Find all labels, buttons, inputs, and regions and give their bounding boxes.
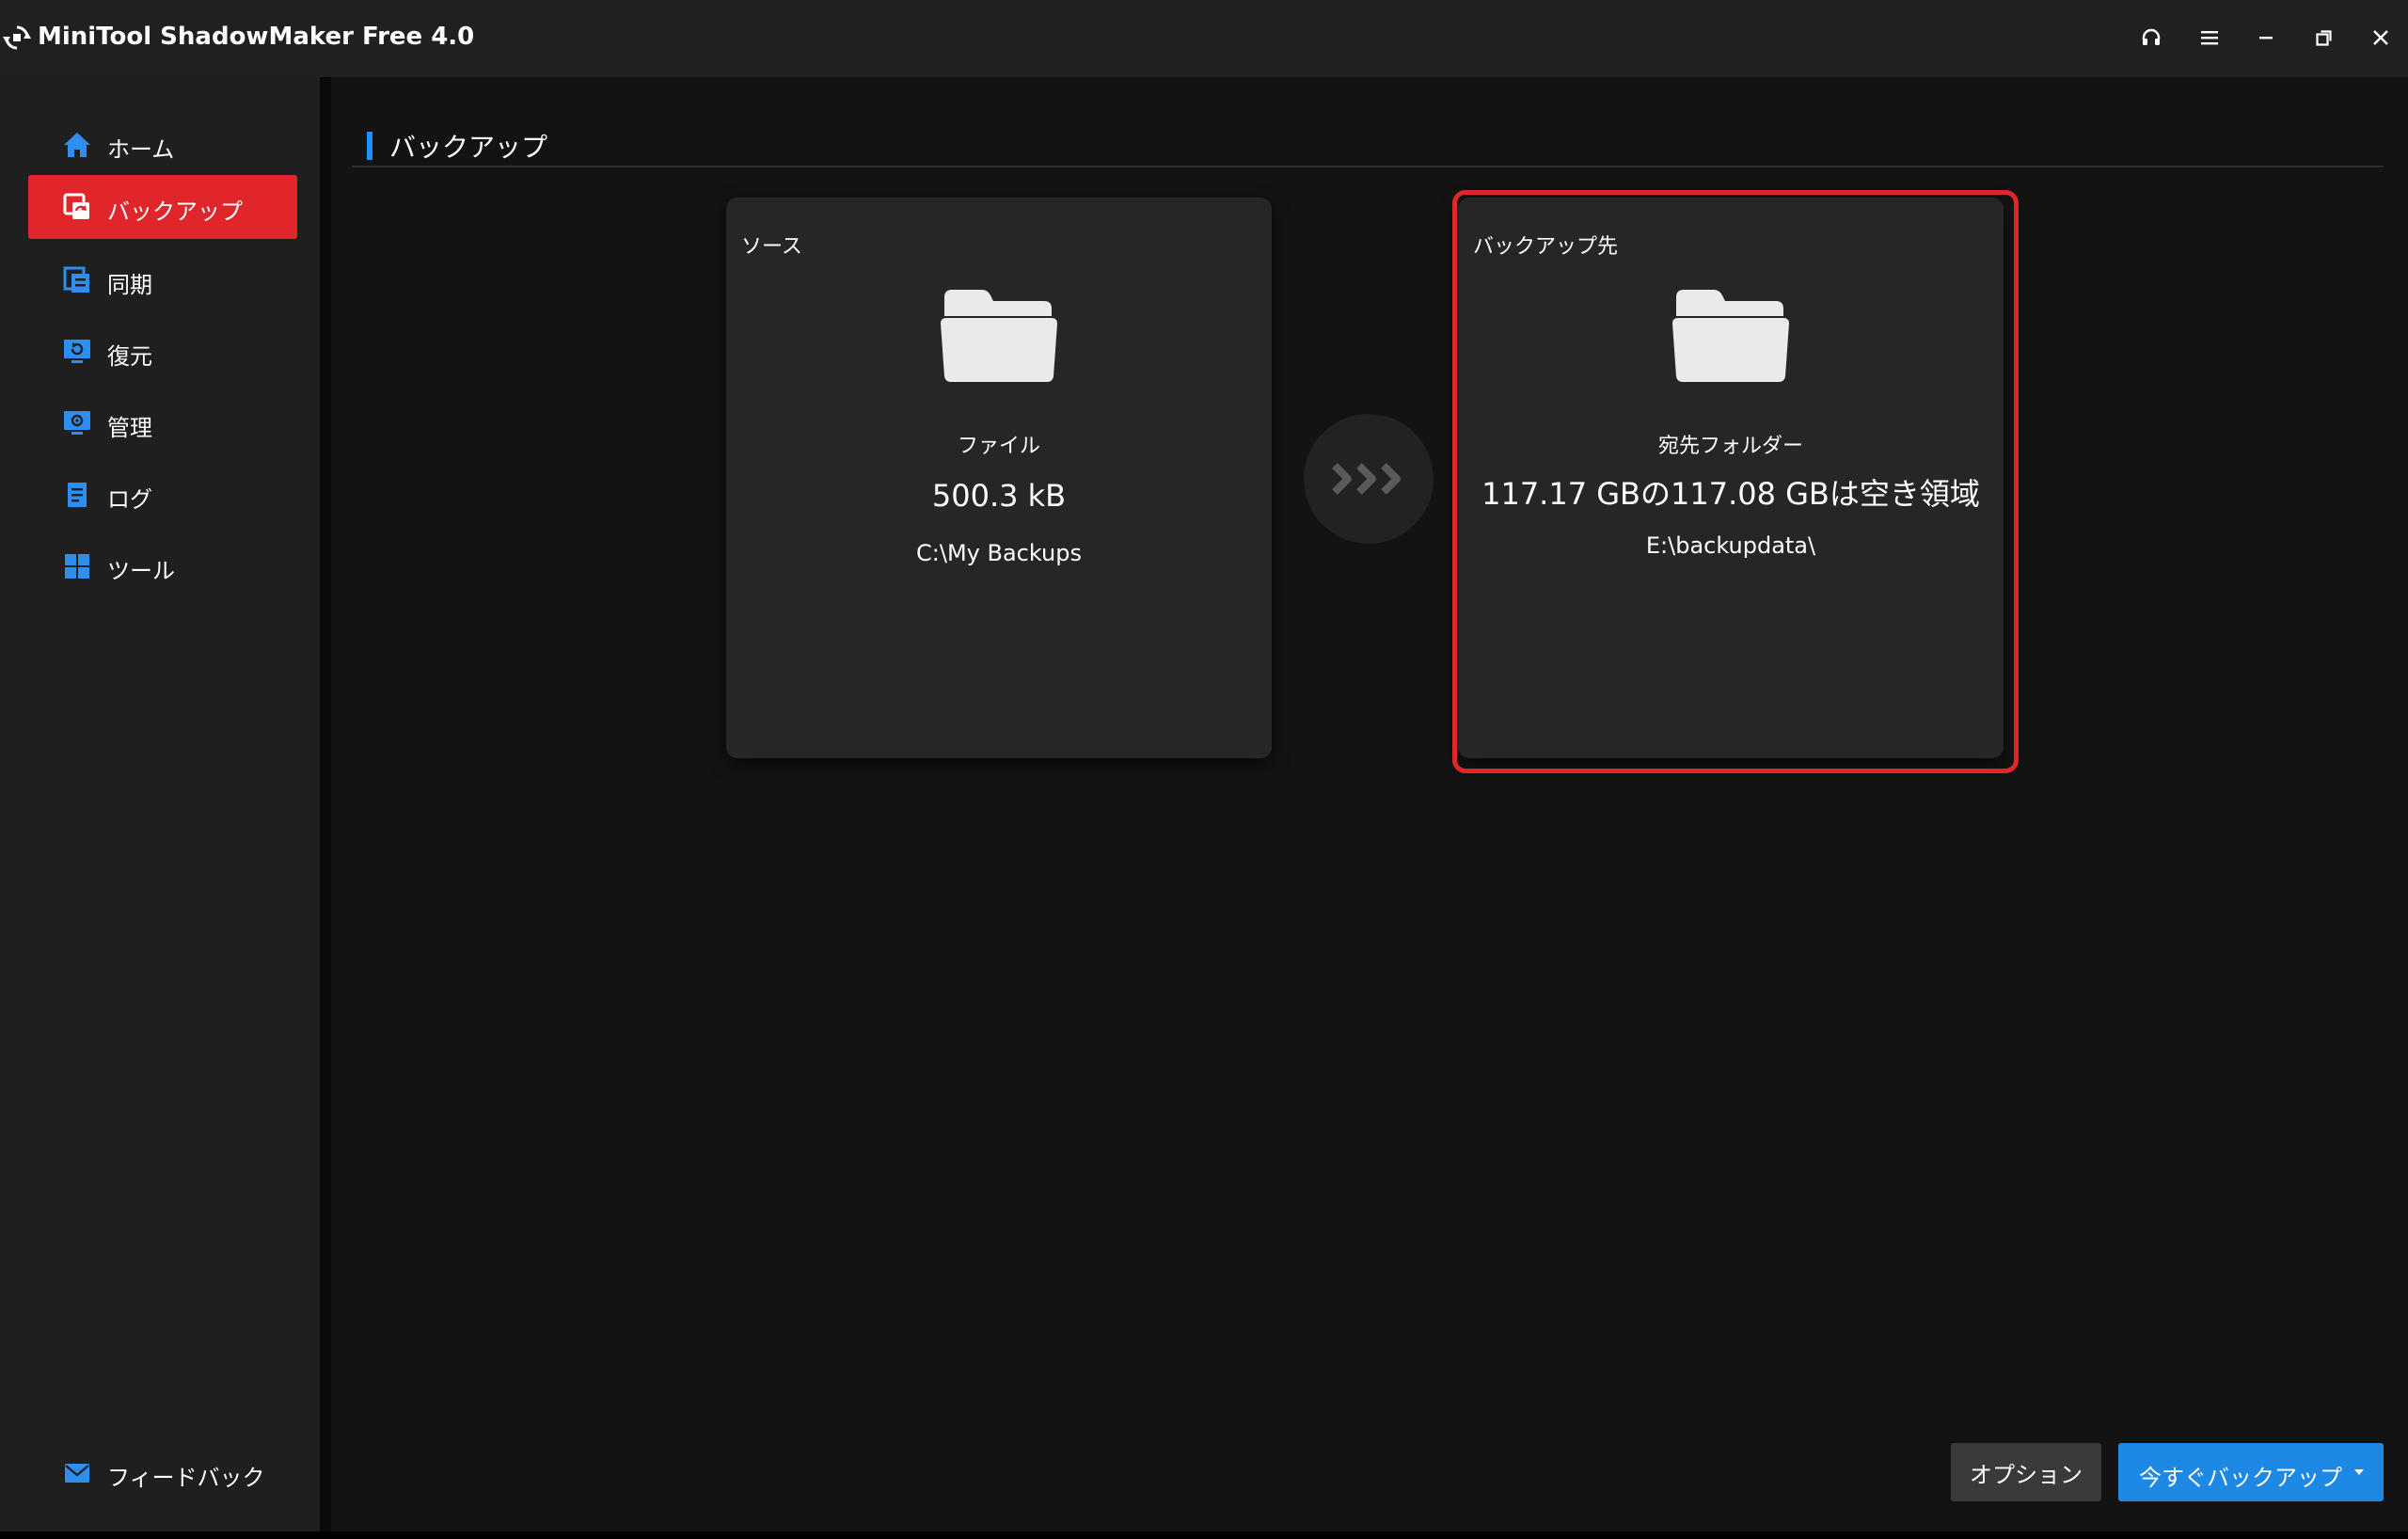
sidebar-item-feedback[interactable]: フィードバック (28, 1441, 297, 1505)
app-logo-icon (3, 25, 31, 50)
minimize-icon (2259, 37, 2273, 40)
source-size: 500.3 kB (931, 478, 1067, 514)
main-panel: バックアップ ソース ファイル 500.3 kB C:\My Backups バ… (331, 77, 2408, 1531)
headset-button[interactable] (2130, 19, 2173, 56)
home-icon (64, 133, 90, 157)
sidebar-item-home[interactable]: ホーム (28, 113, 297, 177)
options-button[interactable]: オプション (1951, 1443, 2101, 1501)
sidebar-item-label: 復元 (107, 343, 152, 370)
manage-icon (64, 411, 90, 435)
app-title: MiniTool ShadowMaker Free 4.0 (38, 23, 475, 51)
destination-label: バックアップ先 (1473, 235, 1619, 259)
sidebar: ホーム バックアップ 同期 復元 管理 ログ ツール フィードバック (0, 77, 324, 1531)
source-type: ファイル (957, 435, 1040, 458)
destination-card[interactable]: バックアップ先 宛先フォルダー 117.17 GBの117.08 GBは空き領域… (1458, 198, 2004, 758)
sidebar-item-tools[interactable]: ツール (28, 534, 297, 598)
sidebar-item-restore[interactable]: 復元 (28, 320, 297, 384)
menu-button[interactable] (2188, 19, 2231, 56)
sidebar-item-label: ログ (107, 486, 152, 513)
sync-icon (63, 266, 89, 293)
close-button[interactable] (2359, 19, 2402, 56)
destination-type: 宛先フォルダー (1657, 435, 1803, 458)
title-bar: MiniTool ShadowMaker Free 4.0 (0, 0, 2408, 77)
arrow-indicator (1304, 414, 1434, 544)
source-card[interactable]: ソース ファイル 500.3 kB C:\My Backups (726, 198, 1272, 758)
sidebar-item-label: バックアップ (107, 198, 243, 225)
folder-icon (1672, 290, 1789, 382)
restore-nav-icon (64, 340, 90, 363)
caret-down-icon (2354, 1469, 2364, 1475)
headset-icon (2142, 28, 2161, 45)
backup-icon (63, 193, 89, 219)
destination-path: E:\backupdata\ (1645, 532, 1816, 559)
sidebar-item-label: ホーム (107, 136, 175, 163)
backup-now-label: 今すぐバックアップ (2139, 1465, 2342, 1491)
log-icon (68, 483, 87, 507)
section-divider (352, 166, 2384, 167)
triple-chevron-right-icon (1332, 463, 1401, 495)
minimize-button[interactable] (2244, 19, 2288, 56)
section-accent-bar (367, 132, 372, 160)
sidebar-item-label: 管理 (107, 415, 152, 441)
sidebar-item-log[interactable]: ログ (28, 463, 297, 527)
source-path: C:\My Backups (916, 540, 1082, 566)
close-icon (2373, 30, 2388, 45)
restore-icon (2316, 30, 2332, 46)
backup-now-button[interactable]: 今すぐバックアップ (2118, 1443, 2384, 1501)
folder-icon (941, 290, 1057, 382)
sidebar-divider (320, 77, 331, 1531)
restore-button[interactable] (2303, 19, 2346, 56)
sidebar-item-label: 同期 (107, 272, 152, 298)
app-window: MiniTool ShadowMaker Free 4.0 ホーム バックアップ… (0, 0, 2408, 1539)
sidebar-item-backup[interactable]: バックアップ (28, 175, 297, 239)
tools-icon (65, 554, 89, 579)
destination-free-space: 117.17 GBの117.08 GBは空き領域 (1481, 476, 1980, 512)
page-title: バックアップ (389, 132, 548, 163)
menu-icon (2201, 31, 2218, 45)
sidebar-item-manage[interactable]: 管理 (28, 391, 297, 455)
sidebar-item-sync[interactable]: 同期 (28, 248, 297, 312)
sidebar-item-label: ツール (107, 558, 175, 584)
mail-icon (65, 1464, 89, 1483)
source-label: ソース (741, 235, 802, 259)
backup-dropdown-button[interactable] (2335, 1443, 2384, 1501)
sidebar-item-label: フィードバック (107, 1465, 265, 1491)
